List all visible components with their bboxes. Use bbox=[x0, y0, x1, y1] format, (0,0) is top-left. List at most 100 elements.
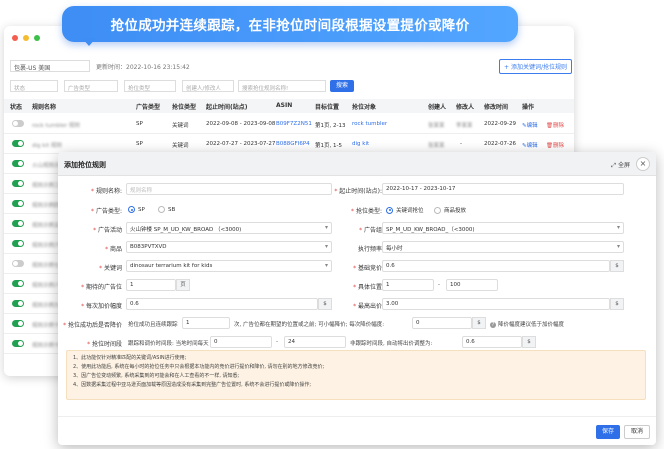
keyword-select[interactable]: dinosaur terrarium kit for kids bbox=[126, 260, 332, 272]
radio-selected-icon bbox=[128, 206, 135, 213]
time-from-input[interactable]: 0 bbox=[210, 336, 272, 348]
status-toggle[interactable] bbox=[12, 200, 24, 207]
search-input[interactable]: 搜索抢位规则名称! bbox=[238, 80, 326, 92]
save-button[interactable]: 保存 bbox=[596, 425, 620, 439]
adgroup-select[interactable]: SP_M_UD_KW_BROAD_（<3000) bbox=[382, 222, 624, 234]
shop-select[interactable]: 包裹-US 美国 bbox=[10, 60, 90, 72]
ad-type-sb-radio[interactable]: SB bbox=[158, 206, 175, 213]
campaign-select[interactable]: 火山钟楼 SP_M_UD_KW_BROAD （<3000) bbox=[126, 222, 332, 234]
frequency-select[interactable]: 每小时 bbox=[382, 241, 624, 253]
max-bid-currency: $ bbox=[610, 298, 624, 310]
row-rule-name: 规则示例十 bbox=[32, 323, 60, 329]
track-step-input[interactable]: 0 bbox=[412, 317, 472, 329]
track-text-1: 抢位成功且连续跟踪 bbox=[128, 322, 178, 328]
row-object-link[interactable]: rock tumbler bbox=[352, 121, 387, 127]
row-target: 第1页, 2-13 bbox=[315, 123, 346, 129]
row-object-link[interactable]: dig kit bbox=[352, 141, 369, 147]
radio-label: SB bbox=[168, 206, 176, 213]
row-target: 第1页, 1-5 bbox=[315, 143, 342, 149]
creator-filter[interactable]: 创建人/修改人 bbox=[182, 80, 234, 92]
row-period: 2022-09-08 - 2023-09-08 bbox=[206, 121, 276, 127]
status-toggle[interactable] bbox=[12, 260, 24, 267]
time-adjust-text-1: 跟踪和调价时间段: 当地时间每天 bbox=[128, 341, 209, 347]
add-rule-button[interactable]: + 添加关键词/抢位规则 bbox=[499, 59, 572, 74]
radio-unselected-icon bbox=[158, 206, 165, 213]
track-text-2: 次, 广告位都在期望的位置或之前; 可小幅降价; 每次降价幅度: bbox=[234, 322, 385, 328]
max-bid-label: * 最高出价 bbox=[353, 303, 382, 310]
row-rule-name: 规则示例八 bbox=[32, 283, 60, 289]
page-input[interactable]: 1 bbox=[126, 279, 176, 291]
time-price-input[interactable]: 0.6 bbox=[462, 336, 522, 348]
close-icon[interactable]: × bbox=[636, 157, 650, 171]
col-bid-type: 抢位类型 bbox=[172, 104, 197, 111]
close-dot-icon[interactable] bbox=[12, 35, 18, 41]
row-edit-button[interactable]: ✎编辑 bbox=[522, 121, 538, 129]
ad-type-filter[interactable]: 广告类型 bbox=[64, 80, 118, 92]
dialog-footer: 保存 取消 bbox=[58, 416, 656, 445]
base-bid-label: * 基础竞价 bbox=[353, 265, 382, 272]
row-delete-button[interactable]: 🗑删除 bbox=[546, 121, 564, 129]
status-toggle[interactable] bbox=[12, 160, 24, 167]
minimize-dot-icon[interactable] bbox=[23, 35, 29, 41]
status-filter[interactable]: 状态 bbox=[10, 80, 58, 92]
status-toggle[interactable] bbox=[12, 280, 24, 287]
row-ad-type: SP bbox=[136, 141, 143, 147]
ad-type-sp-radio[interactable]: SP bbox=[128, 206, 145, 213]
row-rule-name: 规则示例九 bbox=[32, 303, 60, 309]
maximize-dot-icon[interactable] bbox=[34, 35, 40, 41]
rule-name-input[interactable]: 规则名称 bbox=[126, 183, 332, 195]
step-input[interactable]: 0.6 bbox=[126, 298, 318, 310]
status-toggle[interactable] bbox=[12, 320, 24, 327]
table-row: dig kit 规则 SP 关键词 2022-07-27 - 2023-07-2… bbox=[4, 134, 574, 154]
col-actions: 操作 bbox=[522, 104, 535, 111]
notice-box: 1、此功能仅针对精准匹配的关键词/ASIN进行使用; 2、使用此功能后, 系统在… bbox=[66, 350, 646, 400]
col-period: 起止时间(站点) bbox=[206, 104, 248, 111]
page-label: * 期待的广告位 bbox=[81, 284, 122, 291]
filter-bar: 状态 广告类型 抢位类型 创建人/修改人 搜索抢位规则名称! 搜索 bbox=[4, 80, 574, 94]
position-dash: - bbox=[438, 282, 440, 288]
position-from-input[interactable]: 1 bbox=[382, 279, 434, 291]
status-toggle[interactable] bbox=[12, 300, 24, 307]
status-toggle[interactable] bbox=[12, 240, 24, 247]
product-select[interactable]: B083PVTXVD bbox=[126, 241, 332, 253]
period-input[interactable]: 2022-10-17 - 2023-10-17 bbox=[382, 183, 624, 195]
col-modifier: 修改人 bbox=[456, 104, 475, 111]
track-count-input[interactable]: 1 bbox=[182, 317, 230, 329]
row-delete-button[interactable]: 🗑删除 bbox=[546, 141, 564, 149]
notice-line: 4、因数据采集过程中亚马逊页面加载等原因造成没有采集到完整广告位置时, 系统不会… bbox=[73, 382, 312, 388]
delete-label: 删除 bbox=[552, 143, 564, 149]
row-bid-type: 关键词 bbox=[172, 143, 189, 149]
adgroup-value: SP_M_UD_KW_BROAD_（<3000) bbox=[386, 227, 475, 233]
base-bid-input[interactable]: 0.6 bbox=[382, 260, 610, 272]
status-toggle[interactable] bbox=[12, 220, 24, 227]
radio-label: SP bbox=[138, 206, 145, 213]
keyword-value: dinosaur terrarium kit for kids bbox=[130, 263, 213, 269]
time-to-input[interactable]: 24 bbox=[284, 336, 346, 348]
product-value: B083PVTXVD bbox=[130, 244, 167, 250]
status-toggle[interactable] bbox=[12, 120, 24, 127]
bid-type-keyword-radio[interactable]: 关键词抢位 bbox=[386, 206, 424, 214]
fullscreen-button[interactable]: ⤢ 全屏 bbox=[611, 160, 630, 170]
radio-label: 商品投放 bbox=[444, 208, 467, 214]
cancel-button[interactable]: 取消 bbox=[624, 425, 650, 439]
radio-label: 关键词抢位 bbox=[396, 208, 424, 214]
row-asin-link[interactable]: B088GFI6P4 bbox=[276, 141, 310, 147]
row-edit-button[interactable]: ✎编辑 bbox=[522, 141, 538, 149]
row-asin-link[interactable]: B09F7Z2N51 bbox=[276, 121, 312, 127]
status-toggle[interactable] bbox=[12, 340, 24, 347]
bid-type-filter[interactable]: 抢位类型 bbox=[124, 80, 176, 92]
col-object: 抢位对象 bbox=[352, 104, 377, 111]
search-button[interactable]: 搜索 bbox=[330, 80, 354, 92]
bid-type-product-radio[interactable]: 商品投放 bbox=[434, 206, 466, 214]
row-rule-name: 规则示例六 bbox=[32, 243, 60, 249]
status-toggle[interactable] bbox=[12, 180, 24, 187]
row-modifier: - bbox=[460, 141, 462, 147]
period-label: * 起止时间(站点): bbox=[334, 188, 382, 195]
creator-filter-label: 创建人/修改人 bbox=[186, 86, 221, 92]
status-toggle[interactable] bbox=[12, 140, 24, 147]
table-row: rock tumbler 规则 SP 关键词 2022-09-08 - 2023… bbox=[4, 114, 574, 134]
max-bid-input[interactable]: 3.00 bbox=[382, 298, 610, 310]
col-rule-name: 规则名称 bbox=[32, 104, 57, 111]
position-to-input[interactable]: 100 bbox=[446, 279, 498, 291]
track-step-currency: $ bbox=[472, 317, 486, 329]
